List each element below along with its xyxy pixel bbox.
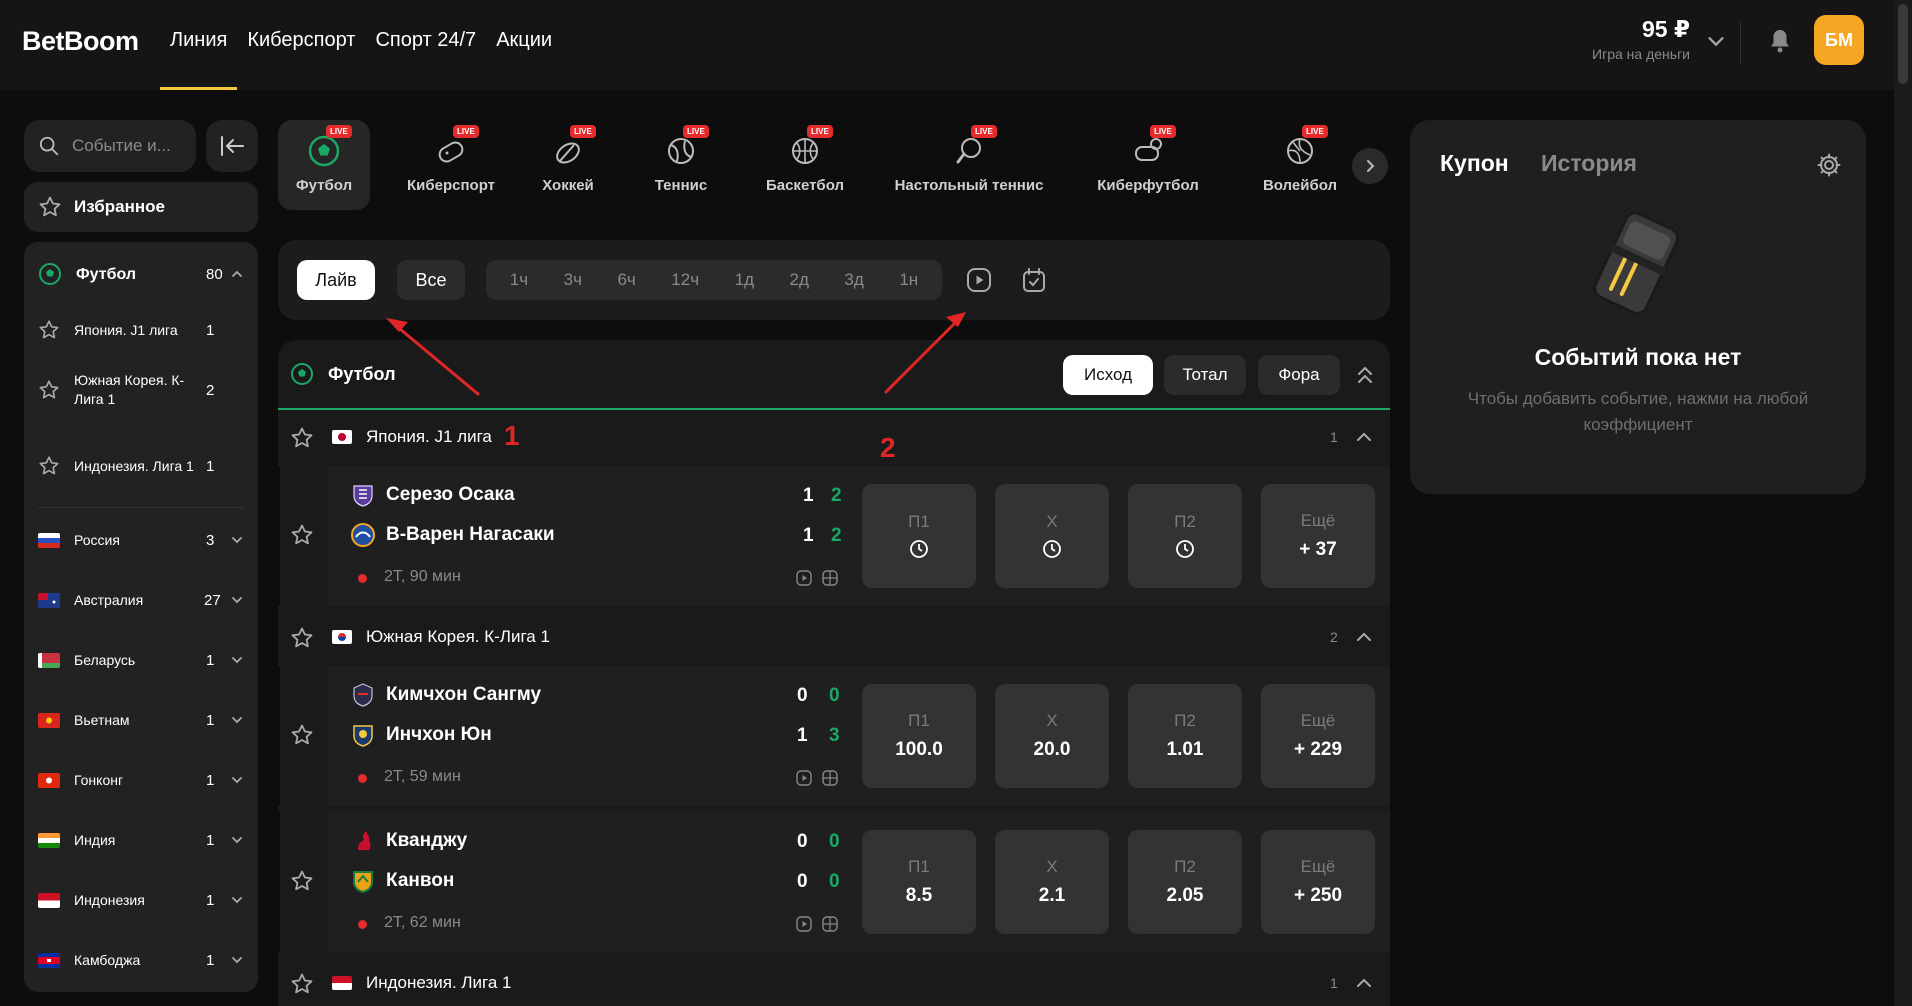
annotation-label-1: 1: [504, 420, 520, 451]
annotation-label-2: 2: [880, 432, 896, 463]
annotation-arrow-2: [884, 312, 966, 394]
annotation-arrow-1: [386, 318, 480, 396]
annotation-arrows-overlay: [386, 312, 966, 396]
